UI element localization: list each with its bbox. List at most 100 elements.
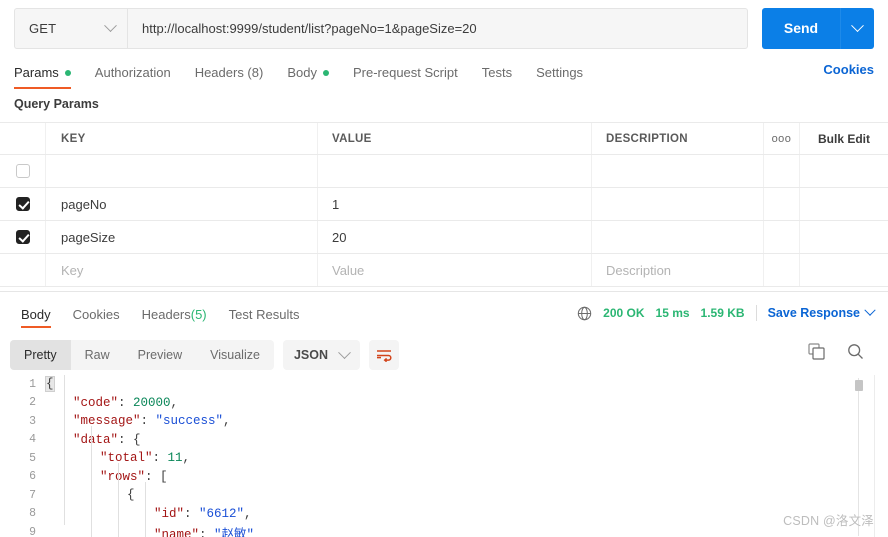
modified-dot-icon bbox=[322, 69, 329, 76]
word-wrap-button[interactable] bbox=[369, 340, 399, 370]
code-text: "data": { bbox=[73, 432, 141, 447]
header-checkbox-cell bbox=[0, 123, 46, 154]
response-meta: 200 OK 15 ms 1.59 KB Save Response bbox=[577, 304, 876, 321]
word-wrap-icon bbox=[377, 350, 392, 362]
row-value[interactable]: 20 bbox=[332, 230, 346, 245]
new-row-value-placeholder[interactable]: Value bbox=[332, 263, 364, 278]
cookies-link[interactable]: Cookies bbox=[823, 62, 874, 77]
response-tab-body-label: Body bbox=[21, 306, 51, 322]
more-options-icon[interactable]: ooo bbox=[772, 133, 792, 145]
column-header-value: VALUE bbox=[332, 132, 372, 145]
response-tab-body[interactable]: Body bbox=[10, 300, 62, 328]
view-mode-pretty[interactable]: Pretty bbox=[10, 340, 71, 370]
row-checkbox[interactable] bbox=[15, 164, 30, 178]
http-method-dropdown[interactable]: GET bbox=[14, 7, 127, 49]
response-body-actions bbox=[808, 343, 864, 360]
url-text: http://localhost:9999/student/list?pageN… bbox=[142, 20, 477, 36]
save-response-button[interactable]: Save Response bbox=[768, 306, 860, 320]
response-tab-test-results[interactable]: Test Results bbox=[218, 300, 311, 328]
line-number: 5 bbox=[29, 451, 36, 465]
tab-body[interactable]: Body bbox=[275, 56, 341, 89]
tab-headers[interactable]: Headers (8) bbox=[183, 56, 276, 89]
code-line: 9 "name": "赵敏" bbox=[0, 523, 888, 537]
code-line: 4 "data": { bbox=[0, 431, 888, 450]
code-line: 3 "message": "success", bbox=[0, 412, 888, 431]
code-text: "id": "6612", bbox=[154, 506, 252, 521]
line-number: 9 bbox=[29, 525, 36, 537]
table-row[interactable] bbox=[0, 155, 888, 188]
status-code: 200 OK bbox=[603, 306, 645, 320]
response-tab-cookies[interactable]: Cookies bbox=[62, 300, 131, 328]
response-time: 15 ms bbox=[655, 306, 690, 320]
query-params-title: Query Params bbox=[14, 97, 99, 111]
response-divider bbox=[0, 291, 888, 292]
tab-settings[interactable]: Settings bbox=[524, 56, 595, 89]
response-tab-test-results-label: Test Results bbox=[228, 306, 300, 322]
column-header-description: DESCRIPTION bbox=[606, 132, 688, 145]
chevron-down-icon bbox=[851, 18, 864, 32]
response-tab-cookies-label: Cookies bbox=[72, 306, 120, 322]
line-number: 1 bbox=[29, 377, 36, 391]
response-size: 1.59 KB bbox=[700, 306, 745, 320]
code-text: "name": "赵敏" bbox=[154, 527, 255, 537]
chevron-down-icon bbox=[338, 345, 351, 359]
tab-tests[interactable]: Tests bbox=[470, 56, 524, 89]
row-checkbox[interactable] bbox=[15, 197, 30, 211]
tab-authorization[interactable]: Authorization bbox=[83, 56, 183, 89]
url-input[interactable]: http://localhost:9999/student/list?pageN… bbox=[127, 7, 748, 49]
code-line: 6 "rows": [ bbox=[0, 468, 888, 487]
code-scrollbar-thumb[interactable] bbox=[855, 380, 863, 391]
tab-pre-request-script[interactable]: Pre-request Script bbox=[341, 56, 470, 89]
new-row-key-placeholder[interactable]: Key bbox=[61, 263, 83, 278]
send-button-group: Send bbox=[762, 7, 874, 49]
response-format-dropdown[interactable]: JSON bbox=[282, 340, 360, 370]
http-method-label: GET bbox=[29, 20, 57, 36]
chevron-down-icon[interactable] bbox=[864, 304, 876, 316]
response-view-bar: Pretty Raw Preview Visualize JSON bbox=[10, 340, 399, 370]
response-tab-headers-label: Headers bbox=[141, 306, 191, 322]
line-number: 7 bbox=[29, 488, 36, 502]
tab-headers-label: Headers (8) bbox=[194, 65, 264, 80]
panel-edge bbox=[874, 375, 875, 537]
row-value[interactable]: 1 bbox=[332, 197, 339, 212]
tab-params[interactable]: Params bbox=[14, 56, 83, 89]
response-view-mode-group: Pretty Raw Preview Visualize bbox=[10, 340, 274, 370]
query-params-table: KEY VALUE DESCRIPTION ooo Bulk Edit page… bbox=[0, 122, 888, 287]
code-line: 8 "id": "6612", bbox=[0, 505, 888, 524]
tab-authorization-label: Authorization bbox=[94, 65, 171, 80]
view-mode-preview[interactable]: Preview bbox=[124, 340, 196, 370]
request-tabs: Params Authorization Headers (8) Body Pr… bbox=[0, 56, 888, 90]
tab-pre-request-script-label: Pre-request Script bbox=[352, 65, 458, 80]
response-headers-count: (5) bbox=[190, 306, 207, 322]
search-icon[interactable] bbox=[847, 343, 864, 360]
row-checkbox[interactable] bbox=[15, 230, 30, 244]
line-number: 6 bbox=[29, 470, 36, 484]
table-row-new[interactable]: Key Value Description bbox=[0, 254, 888, 287]
table-row[interactable]: pageSize 20 bbox=[0, 221, 888, 254]
row-key[interactable]: pageNo bbox=[61, 197, 107, 212]
line-number: 8 bbox=[29, 507, 36, 521]
send-button[interactable]: Send bbox=[762, 7, 840, 49]
line-number: 4 bbox=[29, 433, 36, 447]
send-options-button[interactable] bbox=[840, 7, 874, 49]
response-body-code[interactable]: 1{2 "code": 20000, 3 "message": "success", 4… bbox=[0, 375, 888, 537]
tab-tests-label: Tests bbox=[481, 65, 513, 80]
bulk-edit-button[interactable]: Bulk Edit bbox=[818, 132, 870, 146]
active-tab-underline bbox=[14, 87, 71, 89]
table-header-row: KEY VALUE DESCRIPTION ooo Bulk Edit bbox=[0, 123, 888, 155]
request-url-bar: GET http://localhost:9999/student/list?p… bbox=[0, 0, 888, 56]
view-mode-raw[interactable]: Raw bbox=[71, 340, 124, 370]
new-row-description-placeholder[interactable]: Description bbox=[606, 263, 671, 278]
indent-guide bbox=[118, 463, 119, 537]
row-key[interactable]: pageSize bbox=[61, 230, 115, 245]
view-mode-visualize[interactable]: Visualize bbox=[196, 340, 274, 370]
postman-window: GET http://localhost:9999/student/list?p… bbox=[0, 0, 888, 537]
copy-icon[interactable] bbox=[808, 343, 825, 360]
watermark: CSDN @洛文泽 bbox=[783, 514, 874, 528]
code-text: "message": "success", bbox=[73, 414, 231, 429]
response-tab-headers[interactable]: Headers (5) bbox=[131, 300, 218, 328]
indent-guide bbox=[145, 482, 146, 537]
divider bbox=[755, 305, 757, 321]
table-row[interactable]: pageNo 1 bbox=[0, 188, 888, 221]
code-line: 2 "code": 20000, bbox=[0, 394, 888, 413]
